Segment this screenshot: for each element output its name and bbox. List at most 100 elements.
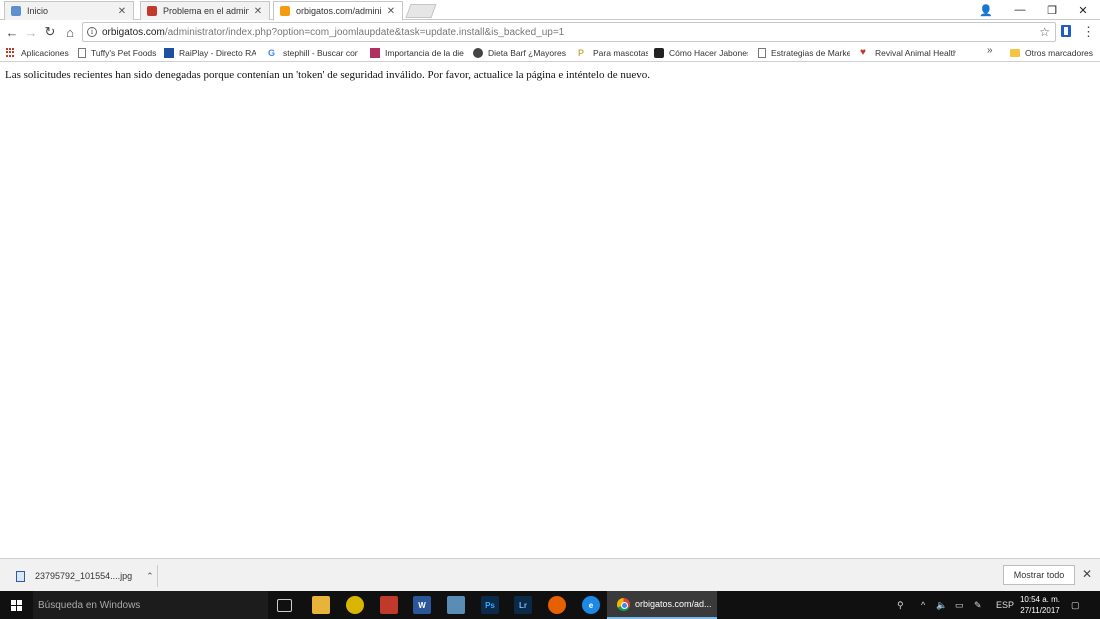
- minimize-button[interactable]: —: [1005, 0, 1035, 20]
- tab-strip: Inicio ✕ Problema en el admin de ✕ orbig…: [0, 0, 1100, 21]
- reload-icon[interactable]: ↻: [41, 23, 59, 41]
- info-icon[interactable]: i: [87, 27, 97, 37]
- tab-inicio[interactable]: Inicio ✕: [4, 1, 134, 20]
- bookmark-favicon-icon: [11, 6, 21, 16]
- restore-button[interactable]: ❐: [1037, 0, 1067, 20]
- tab-close-icon[interactable]: ✕: [386, 6, 396, 17]
- close-window-button[interactable]: ✕: [1068, 0, 1098, 20]
- url-path: /administrator/index.php?option=com_joom…: [164, 26, 565, 38]
- joomla-favicon-icon: [280, 6, 290, 16]
- bookmark-label: Cómo Hacer Jabones: [669, 47, 748, 58]
- site-icon: [370, 47, 380, 58]
- tab-label: Inicio: [27, 6, 49, 16]
- dog-icon: [473, 47, 483, 58]
- start-button[interactable]: [0, 591, 33, 619]
- close-icon[interactable]: ✕: [1082, 567, 1092, 581]
- bookmark-label: Otros marcadores: [1025, 47, 1094, 58]
- chevron-up-icon[interactable]: ^: [921, 591, 925, 619]
- folder-icon: [1010, 48, 1020, 57]
- google-icon: G: [268, 47, 276, 58]
- address-bar[interactable]: i orbigatos.com/administrator/index.php?…: [82, 22, 1056, 42]
- heart-icon: ♥: [860, 46, 866, 58]
- photoshop-icon[interactable]: Ps: [481, 596, 499, 614]
- tab-close-icon[interactable]: ✕: [253, 6, 263, 17]
- apps-grid-icon: [6, 47, 16, 58]
- taskbar-chrome-window[interactable]: orbigatos.com/ad...: [607, 591, 717, 619]
- bookmark-label: Tuffy's Pet Foods: [91, 47, 157, 58]
- home-icon[interactable]: ⌂: [61, 23, 79, 41]
- tab-orbigatos[interactable]: orbigatos.com/administr ✕: [273, 1, 403, 21]
- chrome-icon: [617, 597, 630, 611]
- tab-label: Problema en el admin de: [163, 6, 249, 16]
- clock-time: 10:54 a. m.: [1019, 595, 1061, 604]
- download-bar: 23795792_101554....jpg ⌃ Mostrar todo ✕: [0, 558, 1100, 591]
- bookmark-star-icon[interactable]: ☆: [1039, 25, 1050, 39]
- back-arrow-icon[interactable]: ←: [3, 23, 21, 41]
- forward-arrow-icon[interactable]: →: [22, 23, 40, 41]
- windows-logo-icon: [11, 599, 22, 611]
- url-host: orbigatos.com: [102, 26, 165, 38]
- pen-icon[interactable]: ✎: [974, 591, 982, 619]
- bookmark-tuffys[interactable]: Tuffy's Pet Foods: [78, 45, 158, 60]
- notes-icon[interactable]: [447, 596, 465, 614]
- bookmark-apps[interactable]: Aplicaciones: [6, 45, 74, 60]
- file-icon: [16, 570, 25, 582]
- raiplay-icon: [164, 47, 174, 58]
- bookmark-label: stephill - Buscar con: [283, 47, 358, 58]
- task-view-icon[interactable]: [277, 599, 292, 612]
- bookmark-revival[interactable]: ♥ Revival Animal Health: [860, 45, 956, 60]
- network-icon[interactable]: ▭: [955, 591, 964, 619]
- volume-icon[interactable]: 🔈: [936, 591, 947, 619]
- error-message: Las solicitudes recientes han sido deneg…: [5, 69, 650, 81]
- page-content: Las solicitudes recientes han sido deneg…: [0, 63, 1100, 558]
- word-icon[interactable]: W: [413, 596, 431, 614]
- windows-taskbar: Búsqueda en Windows W Ps Lr e orbigatos.…: [0, 591, 1100, 619]
- download-file-name: 23795792_101554....jpg: [35, 571, 133, 581]
- bookmark-label: Aplicaciones: [21, 47, 69, 58]
- bookmark-dieta-barf[interactable]: Dieta Barf ¿Mayores: [473, 45, 567, 60]
- bookmark-label: Revival Animal Health: [875, 47, 956, 58]
- people-icon[interactable]: ⚲: [897, 591, 904, 619]
- bookmark-label: Dieta Barf ¿Mayores: [488, 47, 566, 58]
- bookmark-importancia[interactable]: Importancia de la die: [370, 45, 464, 60]
- taskbar-search-input[interactable]: Búsqueda en Windows: [33, 591, 268, 619]
- bookmark-label: RaiPlay - Directo RAI: [179, 47, 256, 58]
- page-icon: [78, 47, 86, 58]
- soap-icon: [654, 47, 664, 58]
- profile-icon[interactable]: 👤: [971, 0, 1001, 20]
- bookmark-label: Importancia de la die: [385, 47, 464, 58]
- notifications-icon[interactable]: ▢: [1071, 591, 1080, 619]
- taskbar-window-label: orbigatos.com/ad...: [635, 599, 712, 609]
- edge-icon[interactable]: e: [582, 596, 600, 614]
- bookmark-label: Para mascotas: [593, 47, 648, 58]
- sketchup-icon[interactable]: [380, 596, 398, 614]
- bookmark-label: Estrategias de Marke: [771, 47, 850, 58]
- bookmark-jabones[interactable]: Cómo Hacer Jabones: [654, 45, 748, 60]
- browser-toolbar: ← → ↻ ⌂ i orbigatos.com/administrator/in…: [0, 21, 1100, 43]
- tab-label: orbigatos.com/administr: [296, 6, 382, 16]
- bookmark-estrategias[interactable]: Estrategias de Marke: [758, 45, 850, 60]
- page-icon: [758, 47, 766, 58]
- show-all-button[interactable]: Mostrar todo: [1003, 565, 1075, 585]
- bookmark-raiplay[interactable]: RaiPlay - Directo RAI: [164, 45, 256, 60]
- language-indicator[interactable]: ESP: [996, 591, 1014, 619]
- lightroom-icon[interactable]: Lr: [514, 596, 532, 614]
- file-explorer-icon[interactable]: [312, 596, 330, 614]
- new-tab-button[interactable]: [405, 4, 437, 18]
- extension-icon[interactable]: [1061, 25, 1071, 37]
- pet-icon: P: [578, 47, 585, 58]
- bookmarks-overflow-chevron-icon[interactable]: »: [987, 45, 993, 56]
- download-item[interactable]: 23795792_101554....jpg ⌃: [8, 565, 158, 587]
- bookmark-para-mascotas[interactable]: P Para mascotas: [578, 45, 648, 60]
- firefox-icon[interactable]: [548, 596, 566, 614]
- tab-problema[interactable]: Problema en el admin de ✕: [140, 1, 270, 20]
- app-icon[interactable]: [346, 596, 364, 614]
- taskbar-clock[interactable]: 10:54 a. m. 27/11/2017: [1015, 594, 1065, 616]
- bookmark-stephill[interactable]: G stephill - Buscar con: [268, 45, 358, 60]
- tab-close-icon[interactable]: ✕: [117, 6, 127, 17]
- menu-icon[interactable]: ⋮: [1082, 23, 1095, 41]
- forum-favicon-icon: [147, 6, 157, 16]
- caret-up-icon[interactable]: ⌃: [146, 571, 154, 582]
- other-bookmarks-folder[interactable]: Otros marcadores: [1010, 45, 1096, 60]
- bookmarks-bar: Aplicaciones Tuffy's Pet Foods RaiPlay -…: [0, 43, 1100, 62]
